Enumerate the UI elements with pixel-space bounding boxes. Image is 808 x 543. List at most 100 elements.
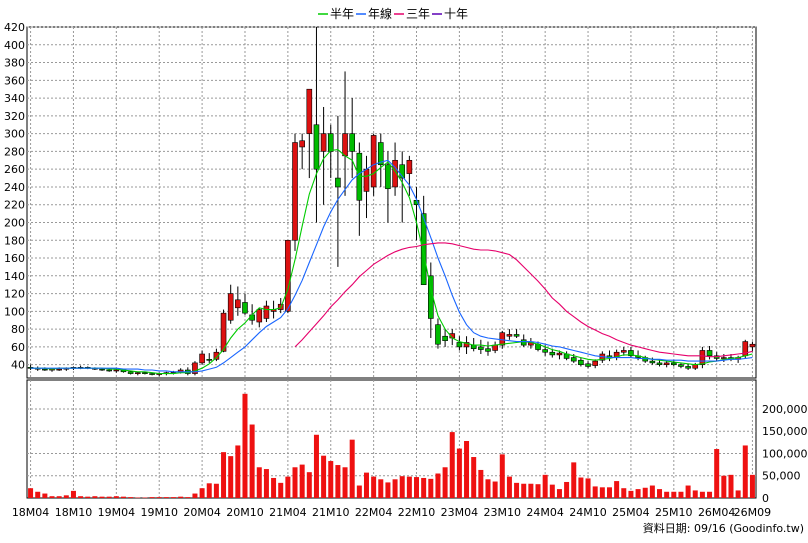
x-tick-label: 18M10 (55, 506, 93, 519)
volume-tick-label: 200,000 (762, 403, 808, 416)
volume-bar (206, 483, 212, 498)
volume-bar (92, 496, 98, 498)
candle-body (685, 366, 691, 369)
volume-bar (421, 477, 427, 498)
candle-body (263, 305, 270, 319)
volume-bar (721, 475, 727, 498)
x-tick-label: 19M04 (98, 506, 136, 519)
candle (292, 133, 298, 251)
legend-item: 十年 (432, 7, 468, 21)
volume-bar (242, 393, 248, 498)
candle-body (435, 324, 441, 345)
volume-bar (256, 467, 262, 498)
candle-body (499, 332, 506, 346)
candle-body (292, 142, 298, 241)
volume-bar (128, 497, 134, 498)
volume-bar (328, 461, 334, 498)
candle (420, 195, 427, 285)
volume-bar (392, 479, 398, 498)
volume-bar (306, 472, 312, 498)
volume-bar (363, 472, 369, 498)
volume-bar (435, 473, 441, 498)
candle-body (242, 302, 248, 314)
volume-bar (578, 477, 584, 498)
volume-bar (63, 495, 69, 498)
volume-bar (535, 484, 541, 498)
candle-body (592, 360, 598, 366)
volume-bar (542, 474, 548, 498)
volume-bar (456, 448, 462, 498)
candle-body (220, 312, 227, 352)
volume-bar (78, 496, 84, 498)
volume-bar (149, 497, 155, 498)
price-tick-label: 200 (4, 216, 25, 229)
price-tick-label: 400 (4, 39, 25, 52)
volume-bar (171, 497, 177, 498)
candle (628, 346, 634, 358)
volume-bar (506, 476, 512, 498)
volume-bar (749, 474, 755, 498)
volume-bar (735, 490, 741, 498)
candle-body (542, 349, 548, 353)
x-tick-label: 24M10 (569, 506, 607, 519)
candle (285, 239, 291, 314)
volume-bar (499, 454, 505, 498)
x-tick-label: 20M10 (226, 506, 264, 519)
price-tick-label: 160 (4, 252, 25, 265)
volume-tick-label: 50,000 (762, 470, 801, 483)
candle (277, 298, 284, 314)
price-tick-label: 40 (11, 359, 25, 372)
x-tick-label: 25M04 (612, 506, 650, 519)
candle-body (235, 299, 241, 309)
candle-body (649, 360, 656, 364)
volume-bar (657, 489, 663, 498)
candle (327, 124, 334, 179)
candle-body (585, 363, 591, 367)
candle-body (227, 293, 234, 321)
x-tick-label: 21M04 (269, 506, 307, 519)
candle-body (127, 371, 134, 374)
volume-bar (221, 452, 227, 498)
volume-bar (49, 496, 55, 498)
chart-legend: 半年 年線 三年 十年 (318, 6, 468, 21)
candle-body (256, 309, 263, 323)
price-tick-label: 380 (4, 57, 25, 70)
candle (227, 284, 234, 324)
candle (335, 115, 341, 267)
candle-body (149, 373, 155, 375)
volume-bar (406, 476, 412, 498)
candle (520, 334, 527, 347)
volume-bar (213, 483, 219, 498)
volume-bar (349, 439, 355, 498)
volume-bar (742, 445, 748, 498)
candle (377, 133, 384, 187)
candle (428, 262, 434, 339)
candle (199, 350, 205, 365)
source-label: 資料日期: 09/16 (Goodinfo.tw) (643, 521, 804, 535)
candle-body (99, 368, 105, 371)
volume-bar (278, 482, 284, 498)
price-tick-label: 120 (4, 288, 25, 301)
candle-body (578, 359, 584, 365)
volume-bar (478, 469, 484, 498)
candle (363, 155, 370, 219)
candle-body (749, 343, 756, 348)
candle (256, 307, 263, 328)
candle (192, 361, 198, 376)
candle-body (706, 350, 713, 357)
volume-bar (414, 477, 420, 498)
candle (513, 329, 520, 339)
x-tick-label: 19M10 (140, 506, 178, 519)
candle-body (678, 364, 684, 367)
candle-body (56, 368, 62, 371)
x-tick-label: 23M10 (484, 506, 522, 519)
candle-body (42, 368, 48, 371)
volume-bar (135, 497, 141, 499)
legend-label: 年線 (368, 6, 392, 21)
candle (606, 350, 613, 362)
candle (685, 363, 691, 371)
x-tick-label: 22M04 (355, 506, 393, 519)
candle-body (335, 177, 341, 188)
volume-tick-label: 150,000 (762, 425, 808, 438)
volume-bar (549, 484, 555, 498)
